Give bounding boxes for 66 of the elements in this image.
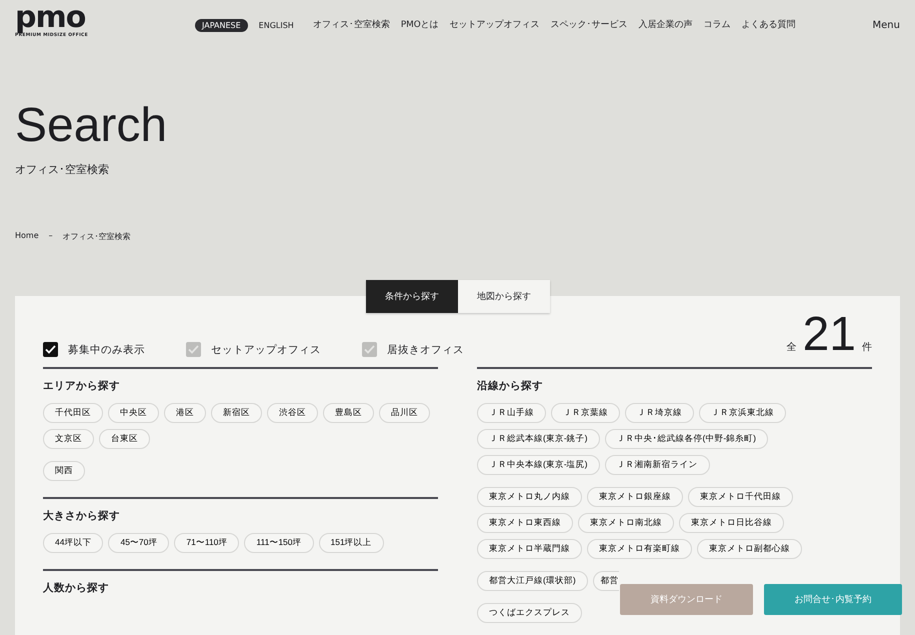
section-title: 沿線から探す: [477, 379, 544, 393]
filter-chip[interactable]: 東京メトロ千代田線: [688, 487, 793, 507]
checkbox[interactable]: [362, 342, 377, 357]
checkbox[interactable]: [186, 342, 201, 357]
breadcrumb-item[interactable]: オフィス･空室検索: [62, 231, 131, 242]
filter-chip[interactable]: 東京メトロ有楽町線: [587, 539, 692, 559]
filter-chip[interactable]: ＪＲ総武本線(東京-銚子): [477, 429, 600, 449]
filter-chip[interactable]: 都営: [592, 571, 619, 591]
filter-chip[interactable]: 千代田区: [43, 403, 103, 423]
filter-chip[interactable]: 151坪以上: [318, 533, 384, 553]
logo[interactable]: pmo: [15, 4, 86, 32]
section-title: 人数から探す: [43, 581, 110, 595]
filter-chip[interactable]: 東京メトロ丸ノ内線: [477, 487, 582, 507]
count-suffix: 件: [862, 341, 872, 354]
filter-chip[interactable]: 台東区: [99, 429, 150, 449]
filter-chip[interactable]: 港区: [164, 403, 206, 423]
filter-chip[interactable]: ＪＲ京葉線: [551, 403, 620, 423]
nav-link[interactable]: コラム: [704, 19, 731, 31]
menu-link[interactable]: Menu: [872, 20, 900, 30]
filter-chip[interactable]: 45〜70坪: [108, 533, 170, 553]
checkbox[interactable]: [43, 342, 58, 357]
section-title: エリアから探す: [43, 379, 121, 393]
filter-chip[interactable]: ＪＲ中央本線(東京-塩尻): [477, 455, 600, 475]
filter-chip[interactable]: 中央区: [108, 403, 159, 423]
filter-chip[interactable]: 東京メトロ銀座線: [587, 487, 683, 507]
filter-chip[interactable]: 渋谷区: [267, 403, 318, 423]
search-tab[interactable]: 条件から探す: [366, 280, 458, 313]
breadcrumb-separator: –: [48, 231, 53, 242]
filter-chip[interactable]: 品川区: [379, 403, 430, 423]
nav-link[interactable]: 入居企業の声: [638, 19, 693, 31]
filter-chip[interactable]: ＪＲ中央･総武線各停(中野-錦糸町): [604, 429, 768, 449]
nav-link[interactable]: オフィス･空室検索: [312, 19, 390, 31]
filter-chip[interactable]: 東京メトロ南北線: [578, 513, 674, 533]
checkbox-label: セットアップオフィス: [211, 342, 321, 356]
result-count: 21: [802, 313, 856, 357]
filter-chip[interactable]: 関西: [43, 461, 85, 481]
filter-chip[interactable]: 新宿区: [211, 403, 262, 423]
checkbox-label: 募集中のみ表示: [68, 342, 145, 356]
filter-chip[interactable]: つくばエクスプレス: [477, 603, 582, 623]
filter-chip[interactable]: 豊島区: [323, 403, 374, 423]
filter-chip[interactable]: 東京メトロ副都心線: [697, 539, 802, 559]
breadcrumb-item[interactable]: Home: [15, 231, 39, 242]
page-title: Search: [15, 98, 168, 154]
nav-link[interactable]: スペック･サービス: [550, 19, 628, 31]
filter-chip[interactable]: ＪＲ京浜東北線: [699, 403, 786, 423]
filter-chip[interactable]: 東京メトロ東西線: [477, 513, 573, 533]
filter-chip[interactable]: 都営大江戸線(環状部): [477, 571, 588, 591]
nav-link[interactable]: セットアップオフィス: [450, 19, 540, 31]
filter-chip[interactable]: 44坪以下: [43, 533, 104, 553]
language-toggle[interactable]: ENGLISH: [252, 18, 301, 32]
language-toggle[interactable]: JAPANESE: [195, 18, 248, 32]
nav-link[interactable]: よくある質問: [742, 19, 796, 31]
filter-chip[interactable]: 71〜110坪: [174, 533, 240, 553]
filter-chip[interactable]: ＪＲ山手線: [477, 403, 546, 423]
checkbox-label: 居抜きオフィス: [387, 342, 464, 356]
page-subtitle: オフィス･空室検索: [15, 162, 110, 177]
search-tab[interactable]: 地図から探す: [458, 280, 550, 313]
nav-link[interactable]: PMOとは: [400, 19, 439, 31]
filter-chip[interactable]: ＪＲ埼京線: [625, 403, 694, 423]
filter-chip[interactable]: ＪＲ湘南新宿ライン: [604, 455, 710, 475]
filter-chip[interactable]: 東京メトロ日比谷線: [679, 513, 784, 533]
filter-chip[interactable]: 東京メトロ半蔵門線: [477, 539, 582, 559]
section-title: 大きさから探す: [43, 509, 121, 523]
filter-chip[interactable]: 111〜150坪: [244, 533, 314, 553]
filter-chip[interactable]: 文京区: [43, 429, 94, 449]
count-prefix: 全: [786, 341, 797, 354]
